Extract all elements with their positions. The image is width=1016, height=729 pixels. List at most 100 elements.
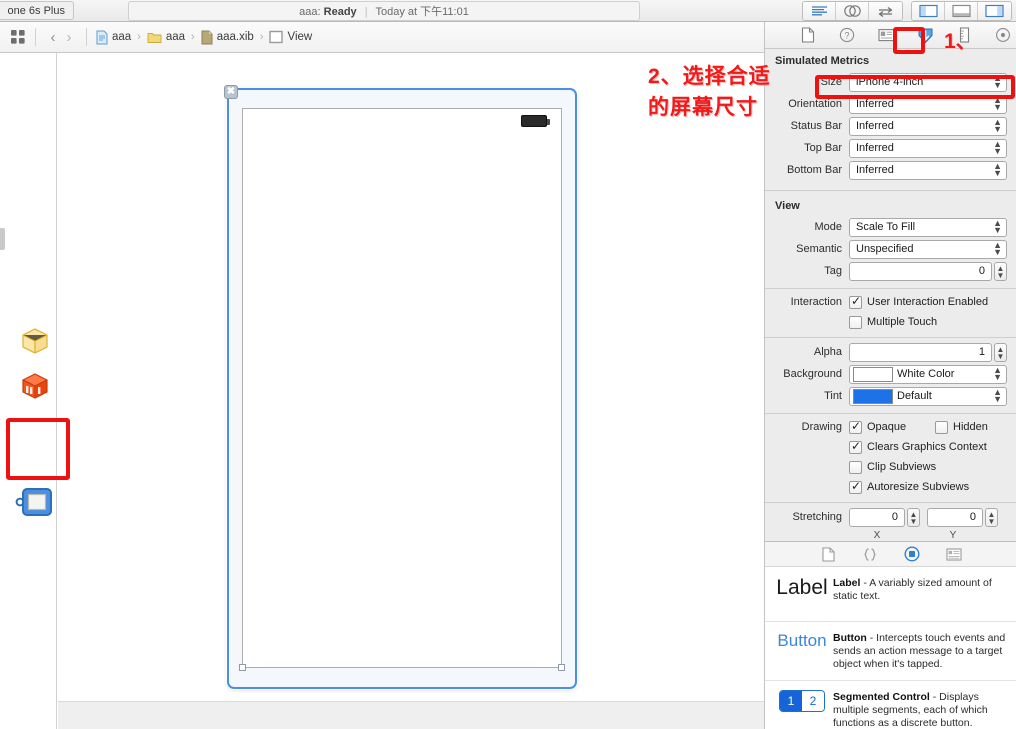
field-row-interaction: Interaction User Interaction Enabled — [765, 292, 1016, 312]
outline-item-view[interactable] — [14, 480, 58, 524]
outline-item-placeholder[interactable] — [18, 325, 52, 359]
forward-button[interactable]: › — [61, 30, 77, 45]
label-preview-text: Label — [776, 576, 828, 599]
tint-color-popup[interactable]: Default ▲ ▼ — [849, 386, 1007, 406]
standard-editor-button[interactable] — [803, 2, 836, 20]
identity-inspector-tab[interactable] — [877, 27, 895, 44]
assistant-editor-button[interactable] — [836, 2, 869, 20]
library-item-title: Segmented Control — [833, 691, 930, 703]
alpha-input[interactable]: 1 — [849, 342, 992, 362]
xcode-window: one 6s Plus aaa: Ready | Today at 下午11:0… — [0, 0, 1016, 729]
left-panel-icon — [918, 4, 938, 18]
back-button[interactable]: ‹ — [45, 30, 61, 45]
checkbox-opaque[interactable]: Opaque — [849, 418, 935, 437]
breadcrumb-label: View — [287, 31, 313, 43]
size-label: Size — [820, 76, 842, 88]
outline-item-first-responder[interactable] — [18, 370, 52, 404]
arrow-circle-icon — [996, 28, 1010, 42]
breadcrumb-label: aaa.xib — [216, 31, 254, 43]
size-value: iPhone 4-inch — [856, 75, 924, 88]
file-inspector-tab[interactable] — [800, 27, 817, 44]
checkbox-multiple-touch[interactable]: Multiple Touch — [849, 313, 937, 332]
field-row-size: Size iPhone 4-inch ▲ ▼ — [765, 71, 1016, 93]
library-item-title: Label — [833, 577, 861, 589]
status-timestamp: Today at 下午11:01 — [375, 6, 469, 18]
top-bar-popup-button[interactable]: Inferred ▲ ▼ — [849, 138, 1007, 158]
checkbox-label: User Interaction Enabled — [867, 296, 989, 308]
attributes-inspector-tab[interactable] — [917, 27, 934, 44]
close-icon[interactable]: ✖ — [224, 85, 238, 99]
background-value: White Color — [897, 367, 955, 380]
tag-input[interactable]: 0 — [849, 261, 992, 281]
quick-help-inspector-tab[interactable]: ? — [839, 27, 856, 44]
checkbox-icon — [849, 439, 862, 454]
svg-text:?: ? — [844, 31, 849, 41]
view-object-icon — [269, 30, 284, 44]
top-bar-label: Top Bar — [804, 142, 842, 154]
file-template-library-tab[interactable] — [820, 546, 836, 562]
stretching-axis-labels: X Y — [765, 528, 1016, 541]
checkbox-autoresize-subviews[interactable]: Autoresize Subviews — [849, 478, 969, 497]
stretching-y-input[interactable]: 0 — [927, 507, 983, 527]
toggle-debug-area-button[interactable] — [945, 2, 978, 20]
chevron-updown-icon: ▲ ▼ — [993, 95, 1002, 112]
orientation-popup-button[interactable]: Inferred ▲ ▼ — [849, 94, 1007, 114]
mode-label: Mode — [814, 221, 842, 233]
version-editor-button[interactable] — [869, 2, 902, 20]
chevron-updown-icon: ▲ ▼ — [993, 240, 1002, 257]
field-row-tag: Tag 0 ▲ ▼ — [765, 260, 1016, 282]
library-item-label[interactable]: Label Label - A variably sized amount of… — [765, 567, 1016, 622]
checkbox-user-interaction-enabled[interactable]: User Interaction Enabled — [849, 293, 988, 312]
breadcrumb-item-view[interactable]: View — [269, 30, 312, 44]
interface-builder-canvas[interactable]: ✖ — [58, 53, 764, 701]
view-canvas-object[interactable]: ✖ — [224, 85, 577, 689]
resize-handle-bottom-left[interactable] — [239, 664, 246, 671]
checkbox-clears-graphics-context[interactable]: Clears Graphics Context — [849, 438, 987, 457]
stretching-x-input[interactable]: 0 — [849, 507, 905, 527]
stretching-x-axis-label: X — [873, 529, 881, 541]
toggle-utilities-button[interactable] — [978, 2, 1011, 20]
code-snippet-library-tab[interactable] — [862, 546, 878, 562]
orientation-value: Inferred — [856, 97, 894, 110]
connections-inspector-tab[interactable] — [995, 27, 1012, 44]
status-bar-popup-button[interactable]: Inferred ▲ ▼ — [849, 116, 1007, 136]
chevron-updown-icon: ▲ ▼ — [993, 117, 1002, 134]
mode-popup-button[interactable]: Scale To Fill ▲ ▼ — [849, 217, 1007, 237]
toggle-navigator-button[interactable] — [912, 2, 945, 20]
breadcrumb-item-project[interactable]: aaa — [96, 30, 131, 45]
id-card-icon — [877, 29, 895, 42]
breadcrumb-item-xib[interactable]: aaa.xib — [201, 30, 254, 45]
checkbox-hidden[interactable]: Hidden — [935, 418, 988, 437]
folder-icon — [147, 32, 162, 43]
outline-resize-handle[interactable] — [0, 228, 5, 250]
bottom-panel-icon — [951, 4, 971, 18]
library-item-segmented-control[interactable]: 1 2 Segmented Control - Displays multipl… — [765, 681, 1016, 729]
bottom-bar-popup-button[interactable]: Inferred ▲ ▼ — [849, 160, 1007, 180]
size-popup-button[interactable]: iPhone 4-inch ▲ ▼ — [849, 72, 1007, 92]
orientation-label: Orientation — [788, 98, 842, 110]
media-library-tab[interactable] — [946, 546, 962, 562]
question-icon: ? — [839, 27, 855, 43]
alpha-stepper[interactable]: ▲ ▼ — [994, 342, 1007, 362]
resize-handle-bottom-right[interactable] — [558, 664, 565, 671]
breadcrumb-item-folder[interactable]: aaa — [147, 31, 185, 44]
scheme-selector[interactable]: one 6s Plus — [0, 1, 74, 20]
library-item-button[interactable]: Button Button - Intercepts touch events … — [765, 622, 1016, 681]
stretching-x-stepper[interactable]: ▲ ▼ — [907, 507, 920, 527]
tint-color-swatch[interactable] — [853, 388, 893, 404]
tag-stepper[interactable]: ▲ ▼ — [994, 261, 1007, 281]
chevron-updown-icon: ▲ ▼ — [993, 73, 1002, 90]
view-content-area[interactable] — [242, 108, 562, 668]
background-color-popup[interactable]: White Color ▲ ▼ — [849, 364, 1007, 384]
tag-value: 0 — [978, 265, 985, 277]
document-icon — [801, 27, 815, 43]
media-icon — [946, 547, 962, 561]
semantic-popup-button[interactable]: Unspecified ▲ ▼ — [849, 239, 1007, 259]
object-library-tab[interactable] — [904, 546, 920, 562]
checkbox-label: Clears Graphics Context — [867, 441, 987, 453]
xib-file-icon — [201, 30, 213, 44]
checkbox-clip-subviews[interactable]: Clip Subviews — [849, 458, 936, 477]
stretching-y-stepper[interactable]: ▲ ▼ — [985, 507, 998, 527]
background-color-swatch[interactable] — [853, 366, 893, 382]
related-items-icon[interactable] — [10, 29, 26, 45]
